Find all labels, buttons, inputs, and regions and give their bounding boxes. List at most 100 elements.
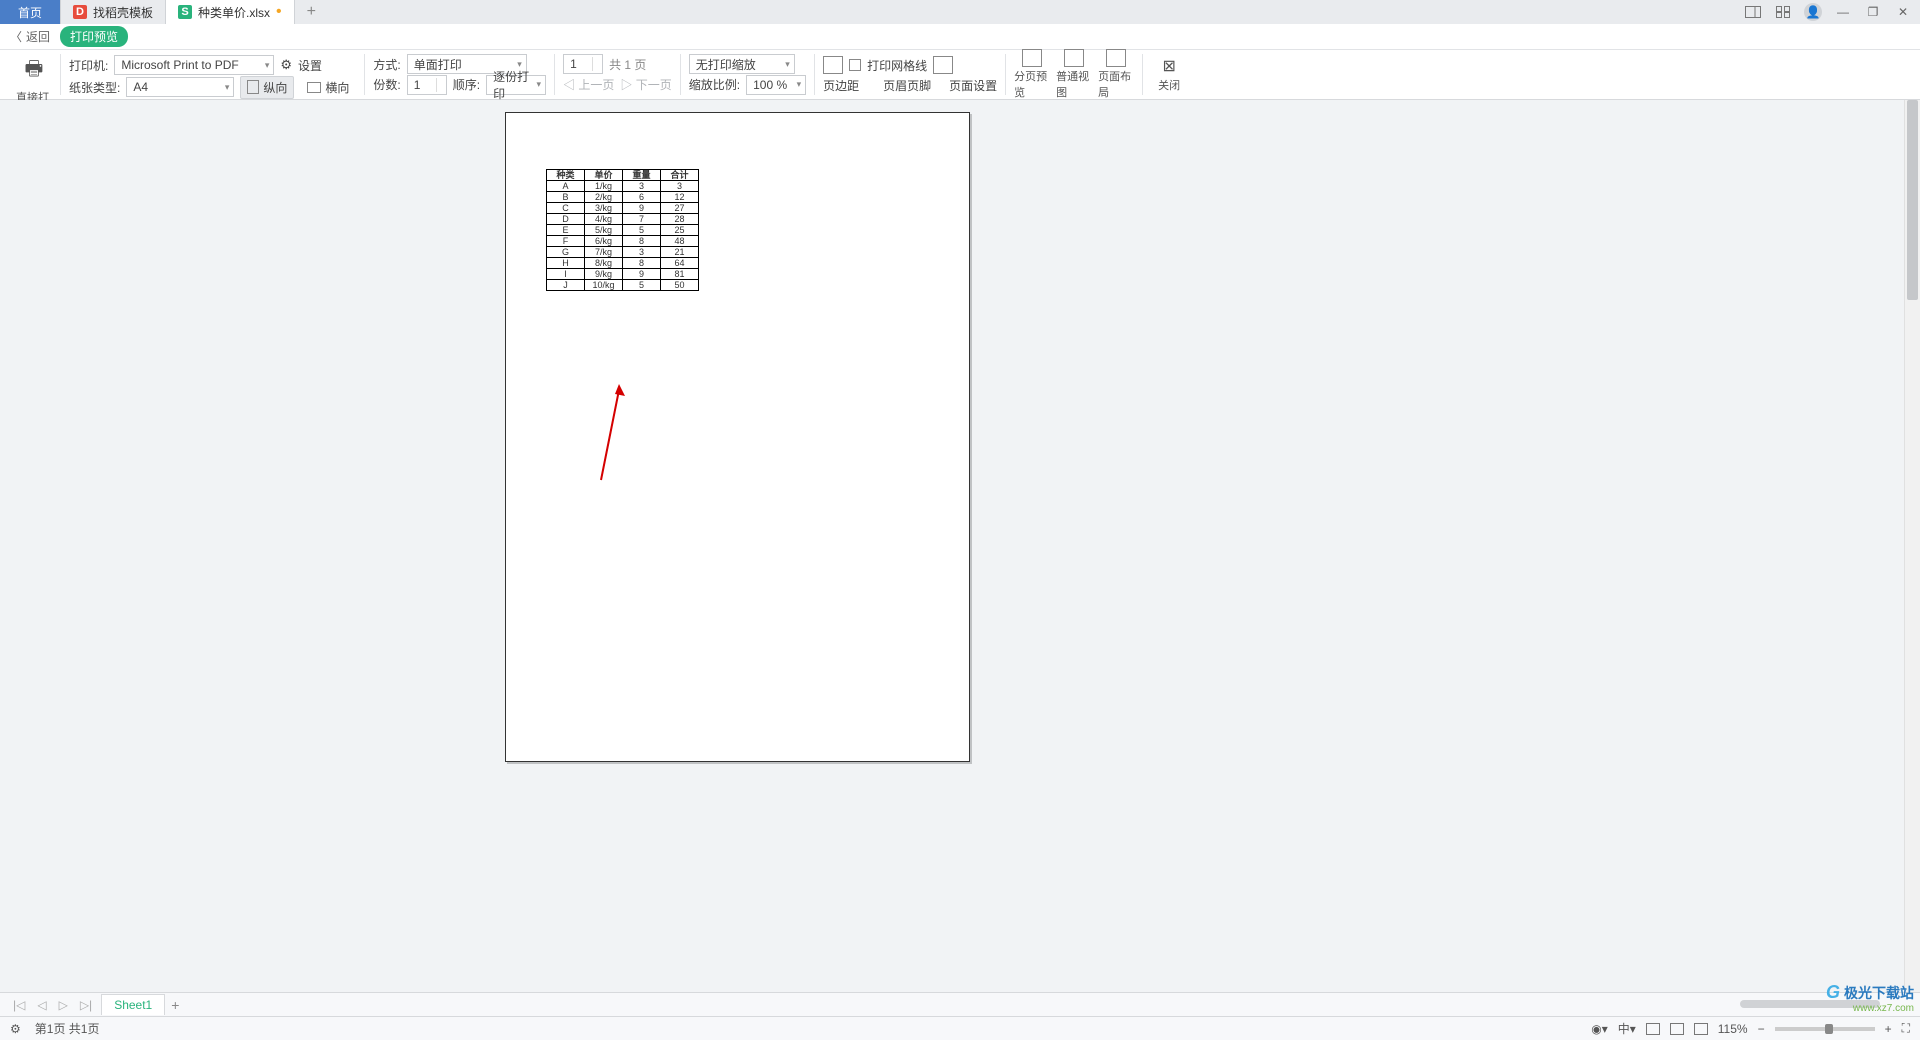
checkbox-icon xyxy=(849,59,861,71)
settings-button[interactable]: 设置 xyxy=(280,54,322,76)
gridlines-checkbox[interactable]: 打印网格线 xyxy=(849,54,927,76)
table-row: A1/kg33 xyxy=(547,181,699,192)
tab-add[interactable]: + xyxy=(295,0,328,24)
margins-button[interactable] xyxy=(823,56,843,74)
scale-label: 缩放比例: xyxy=(689,76,740,93)
table-cell: G xyxy=(547,247,585,258)
printer-label: 打印机: xyxy=(69,57,108,74)
tab-file[interactable]: S 种类单价.xlsx • xyxy=(166,0,295,24)
copies-label: 份数: xyxy=(373,76,400,93)
zoom-slider[interactable] xyxy=(1775,1027,1875,1031)
table-cell: 81 xyxy=(661,269,699,280)
table-cell: I xyxy=(547,269,585,280)
sheet-nav-prev[interactable]: ◁ xyxy=(34,998,49,1012)
paper-select[interactable]: A4 xyxy=(126,77,234,97)
normal-view-button[interactable]: 普通视图 xyxy=(1056,49,1092,100)
margins-icon xyxy=(823,56,843,74)
table-cell: 21 xyxy=(661,247,699,258)
settings-status-icon[interactable]: ⚙ xyxy=(10,1022,21,1036)
tab-template-label: 找稻壳模板 xyxy=(93,4,153,21)
user-icon[interactable]: 👤 xyxy=(1804,3,1822,21)
minimize-button[interactable]: — xyxy=(1834,3,1852,21)
table-cell: 7/kg xyxy=(585,247,623,258)
scale-mode-select[interactable]: 无打印缩放 xyxy=(689,54,795,74)
sheet-nav-first[interactable]: |◁ xyxy=(10,998,28,1012)
table-header: 单价 xyxy=(585,170,623,181)
table-cell: B xyxy=(547,192,585,203)
layout-icon[interactable] xyxy=(1744,3,1762,21)
header-footer-icon-button[interactable] xyxy=(933,56,953,74)
order-select[interactable]: 逐份打印 xyxy=(486,75,546,95)
sheet-nav-last[interactable]: ▷| xyxy=(77,998,95,1012)
tab-home[interactable]: 首页 xyxy=(0,0,61,24)
table-cell: 8 xyxy=(623,236,661,247)
gear-icon xyxy=(280,57,292,73)
back-button[interactable]: 〈 返回 xyxy=(10,28,50,45)
table-row: D4/kg728 xyxy=(547,214,699,225)
status-bar: ⚙ 第1页 共1页 ◉▾ 中▾ 115% − + ⛶ xyxy=(0,1016,1920,1040)
scale-select[interactable]: 100 % xyxy=(746,75,806,95)
normal-view-icon xyxy=(1064,49,1084,67)
sheet-tab[interactable]: Sheet1 xyxy=(101,994,165,1015)
back-label: 返回 xyxy=(26,28,50,45)
table-cell: 48 xyxy=(661,236,699,247)
printer-select[interactable]: Microsoft Print to PDF xyxy=(114,55,274,75)
plus-icon: + xyxy=(307,3,316,21)
zoom-in-button[interactable]: + xyxy=(1885,1022,1892,1036)
table-cell: 9/kg xyxy=(585,269,623,280)
header-footer-button[interactable]: 页眉页脚 xyxy=(883,77,931,94)
page-break-button[interactable]: 分页预览 xyxy=(1014,49,1050,100)
table-cell: 2/kg xyxy=(585,192,623,203)
zoom-out-button[interactable]: − xyxy=(1758,1022,1765,1036)
tab-template[interactable]: D 找稻壳模板 xyxy=(61,0,166,24)
vertical-scrollbar[interactable] xyxy=(1904,100,1920,992)
chevron-left-icon: 〈 xyxy=(10,28,22,45)
view-normal-icon[interactable] xyxy=(1646,1023,1660,1035)
table-cell: A xyxy=(547,181,585,192)
table-row: I9/kg981 xyxy=(547,269,699,280)
scrollbar-thumb[interactable] xyxy=(1907,100,1918,300)
table-cell: 5/kg xyxy=(585,225,623,236)
grid-icon[interactable] xyxy=(1774,3,1792,21)
sheet-nav-next[interactable]: ▷ xyxy=(56,998,71,1012)
table-row: F6/kg848 xyxy=(547,236,699,247)
close-window-button[interactable]: ✕ xyxy=(1894,3,1912,21)
maximize-button[interactable]: ❐ xyxy=(1864,3,1882,21)
unsaved-dot-icon: • xyxy=(276,4,282,20)
close-preview-button[interactable]: ⊠关闭 xyxy=(1151,56,1187,93)
printer-icon: 🖶 xyxy=(25,54,44,88)
table-cell: 5 xyxy=(623,280,661,291)
page-setup-button[interactable]: 页面设置 xyxy=(949,77,997,94)
sheet-tab-bar: |◁ ◁ ▷ ▷| Sheet1 + xyxy=(0,992,1920,1016)
page-layout-icon xyxy=(1106,49,1126,67)
table-cell: 9 xyxy=(623,269,661,280)
add-sheet-button[interactable]: + xyxy=(171,997,179,1013)
margins-label[interactable]: 页边距 xyxy=(823,77,859,94)
template-icon: D xyxy=(73,5,87,19)
table-cell: D xyxy=(547,214,585,225)
table-header: 合计 xyxy=(661,170,699,181)
table-cell: 6 xyxy=(623,192,661,203)
ime-icon[interactable]: 中▾ xyxy=(1618,1020,1636,1037)
table-cell: H xyxy=(547,258,585,269)
view-layout-icon[interactable] xyxy=(1670,1023,1684,1035)
title-bar: 首页 D 找稻壳模板 S 种类单价.xlsx • + 👤 — ❐ ✕ xyxy=(0,0,1920,24)
table-cell: 9 xyxy=(623,203,661,214)
copies-spinner[interactable]: 1 xyxy=(407,75,447,95)
tab-home-label: 首页 xyxy=(18,4,42,21)
horizontal-scrollbar[interactable] xyxy=(225,1000,1890,1010)
zoom-value[interactable]: 115% xyxy=(1718,1022,1748,1036)
prev-page-button[interactable]: ◁ 上一页 xyxy=(563,76,614,93)
table-cell: 12 xyxy=(661,192,699,203)
table-cell: 3 xyxy=(623,181,661,192)
next-page-button[interactable]: ▷ 下一页 xyxy=(620,76,671,93)
portrait-button[interactable]: 纵向 xyxy=(240,76,294,99)
fullscreen-icon[interactable]: ⛶ xyxy=(1902,1021,1910,1036)
page-layout-button[interactable]: 页面布局 xyxy=(1098,49,1134,100)
table-cell: 27 xyxy=(661,203,699,214)
view-break-icon[interactable] xyxy=(1694,1023,1708,1035)
page-spinner[interactable]: 1 xyxy=(563,54,603,74)
mode-badge: 打印预览 xyxy=(60,26,128,47)
eye-icon[interactable]: ◉▾ xyxy=(1591,1022,1608,1036)
landscape-button[interactable]: 横向 xyxy=(300,76,356,99)
